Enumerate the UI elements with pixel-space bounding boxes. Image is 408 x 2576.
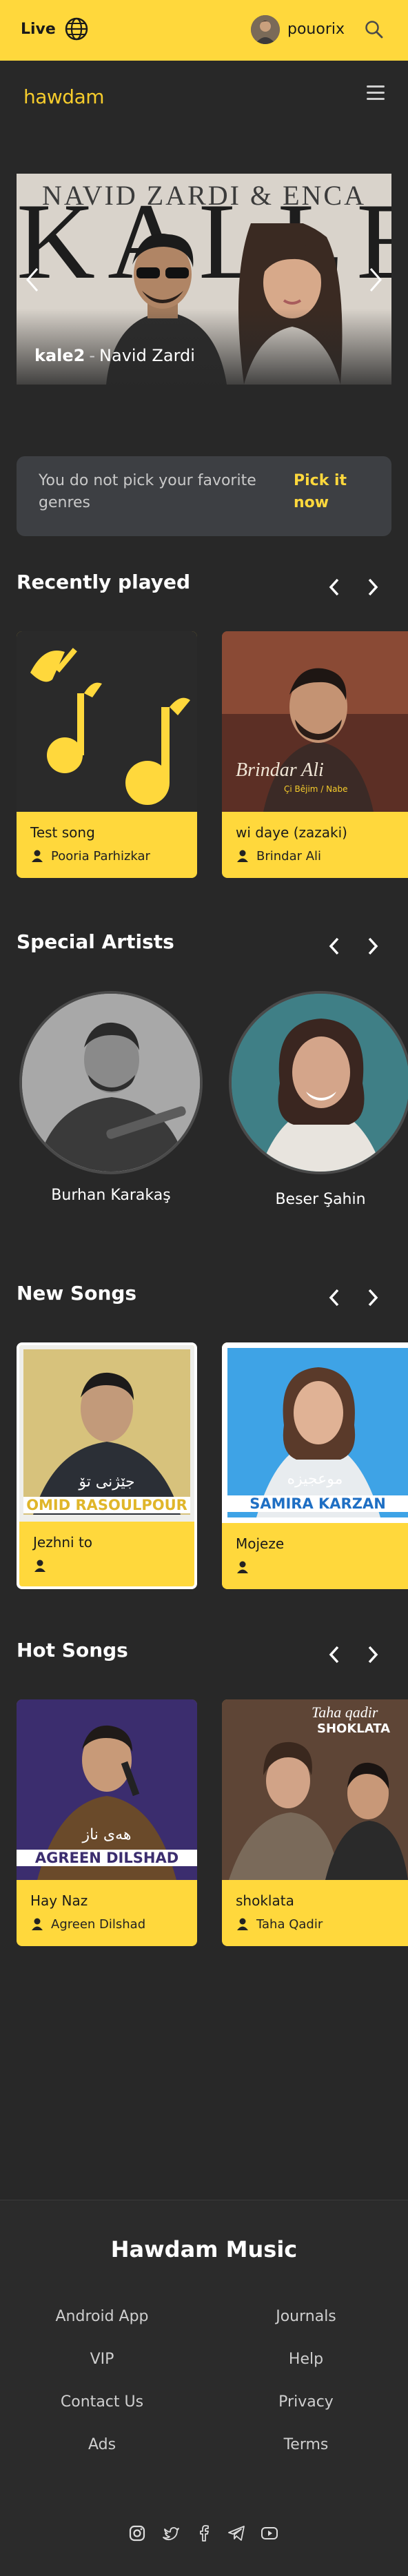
- song-card[interactable]: هەی ناز AGREEN DILSHAD Hay Naz Agreen Di…: [17, 1699, 197, 1946]
- genre-prompt-text: You do not pick your favorite genres: [39, 472, 256, 511]
- new-songs-next-icon[interactable]: [364, 1287, 382, 1308]
- user-avatar[interactable]: [251, 15, 280, 44]
- twitter-icon[interactable]: [161, 2524, 179, 2542]
- song-artist: Brindar Ali: [256, 849, 322, 863]
- song-card[interactable]: Taha qadir SHOKLATA shoklata Taha Qadir: [222, 1699, 408, 1946]
- instagram-icon[interactable]: [128, 2524, 146, 2542]
- song-card[interactable]: Test song Pooria Parhizkar: [17, 631, 197, 878]
- artist-photo[interactable]: [19, 991, 203, 1174]
- hawdam-logo[interactable]: hawdam: [23, 85, 105, 108]
- song-title: shoklata: [236, 1892, 294, 1909]
- hamburger-menu-icon[interactable]: [367, 85, 385, 102]
- person-icon: [32, 1918, 43, 1930]
- new-songs-prev-icon[interactable]: [325, 1287, 343, 1308]
- hero-slider[interactable]: NAVID ZARDI & ENCA KALLE kale2-Navid Zar…: [17, 174, 391, 385]
- song-title: Test song: [30, 824, 95, 841]
- artist-photo[interactable]: [229, 991, 408, 1174]
- recently-played-title: Recently played: [17, 571, 191, 593]
- footer-link-contact-us[interactable]: Contact Us: [33, 2393, 171, 2411]
- hero-caption[interactable]: kale2- Navid Zardi: [34, 346, 195, 365]
- person-icon: [237, 850, 248, 862]
- youtube-icon[interactable]: [261, 2524, 278, 2542]
- footer-link-android-app[interactable]: Android App: [33, 2308, 171, 2325]
- footer-link-vip[interactable]: VIP: [33, 2351, 171, 2368]
- cover-script-text: جێژنی تۆ: [79, 1473, 135, 1491]
- cover-script-text: Taha qadir: [312, 1704, 378, 1721]
- hero-next-arrow-icon[interactable]: [367, 266, 385, 294]
- song-cover-image: موعجیزە SAMIRA KARZAN: [222, 1342, 408, 1523]
- cover-caption-text: OMID RASOULPOUR: [23, 1497, 190, 1513]
- song-artist: Taha Qadir: [256, 1917, 323, 1932]
- pick-genres-link[interactable]: Pick it now: [294, 470, 369, 514]
- song-card[interactable]: موعجیزە SAMIRA KARZAN Mojeze: [222, 1342, 408, 1589]
- artist-name[interactable]: Beser Şahin: [229, 1191, 408, 1208]
- song-title: wi daye (zazaki): [236, 824, 347, 841]
- hot-songs-prev-icon[interactable]: [325, 1644, 343, 1665]
- song-artist: Agreen Dilshad: [51, 1917, 146, 1932]
- globe-icon[interactable]: [64, 17, 89, 41]
- song-cover-image: Taha qadir SHOKLATA: [222, 1699, 408, 1880]
- footer-link-privacy[interactable]: Privacy: [237, 2393, 375, 2411]
- song-title: Mojeze: [236, 1535, 285, 1552]
- cover-caption-text: SHOKLATA: [317, 1721, 391, 1736]
- person-icon: [32, 850, 43, 862]
- special-artists-next-icon[interactable]: [364, 936, 382, 957]
- cover-caption-text: AGREEN DILSHAD: [17, 1850, 197, 1866]
- person-icon: [34, 1560, 45, 1572]
- footer-link-help[interactable]: Help: [237, 2351, 375, 2368]
- genre-prompt: You do not pick your favorite genres Pic…: [17, 456, 391, 536]
- song-title: Jezhni to: [33, 1534, 93, 1551]
- recently-played-prev-icon[interactable]: [325, 577, 343, 597]
- song-cover-image: جێژنی تۆ OMID RASOULPOUR: [19, 1345, 194, 1522]
- song-cover-default: [17, 631, 197, 812]
- cover-script-text: هەی ناز: [82, 1826, 132, 1843]
- footer-link-journals[interactable]: Journals: [237, 2308, 375, 2325]
- hero-artist-name: Navid Zardi: [99, 346, 195, 365]
- hot-songs-title: Hot Songs: [17, 1639, 128, 1662]
- footer-title: Hawdam Music: [110, 2236, 298, 2262]
- footer-link-ads[interactable]: Ads: [33, 2436, 171, 2453]
- song-card[interactable]: Brindar Ali Çi Bêjim / Nabe wi daye (zaz…: [222, 631, 408, 878]
- footer-link-terms[interactable]: Terms: [237, 2436, 375, 2453]
- cover-subtitle-text: Çi Bêjim / Nabe: [284, 784, 348, 794]
- artist-name[interactable]: Burhan Karakaş: [19, 1187, 203, 1204]
- music-note-icon: [30, 648, 190, 805]
- live-button[interactable]: Live: [21, 21, 56, 38]
- cover-caption-text: SAMIRA KARZAN: [227, 1495, 408, 1512]
- hero-caption-separator: -: [89, 346, 96, 365]
- new-songs-title: New Songs: [17, 1282, 137, 1305]
- song-card[interactable]: جێژنی تۆ OMID RASOULPOUR Jezhni to: [17, 1342, 197, 1589]
- hero-prev-arrow-icon[interactable]: [23, 266, 41, 294]
- username-label[interactable]: pouorix: [287, 21, 345, 38]
- special-artists-title: Special Artists: [17, 930, 174, 953]
- special-artists-prev-icon[interactable]: [325, 936, 343, 957]
- song-cover-image: Brindar Ali Çi Bêjim / Nabe: [222, 631, 408, 812]
- song-cover-image: هەی ناز AGREEN DILSHAD: [17, 1699, 197, 1880]
- song-artist: Pooria Parhizkar: [51, 849, 150, 863]
- recently-played-next-icon[interactable]: [364, 577, 382, 597]
- facebook-icon[interactable]: [195, 2524, 213, 2542]
- hot-songs-next-icon[interactable]: [364, 1644, 382, 1665]
- cover-script-text: موعجیزە: [287, 1471, 343, 1488]
- person-icon: [237, 1561, 248, 1573]
- telegram-icon[interactable]: [227, 2524, 245, 2542]
- search-icon[interactable]: [364, 19, 385, 40]
- top-bar: Live pouorix: [0, 0, 408, 61]
- hero-song-title: kale2: [34, 346, 85, 365]
- song-title: Hay Naz: [30, 1892, 88, 1909]
- footer: Hawdam Music Android App VIP Contact Us …: [0, 2200, 408, 2576]
- person-icon: [237, 1918, 248, 1930]
- cover-script-text: Brindar Ali: [236, 759, 324, 781]
